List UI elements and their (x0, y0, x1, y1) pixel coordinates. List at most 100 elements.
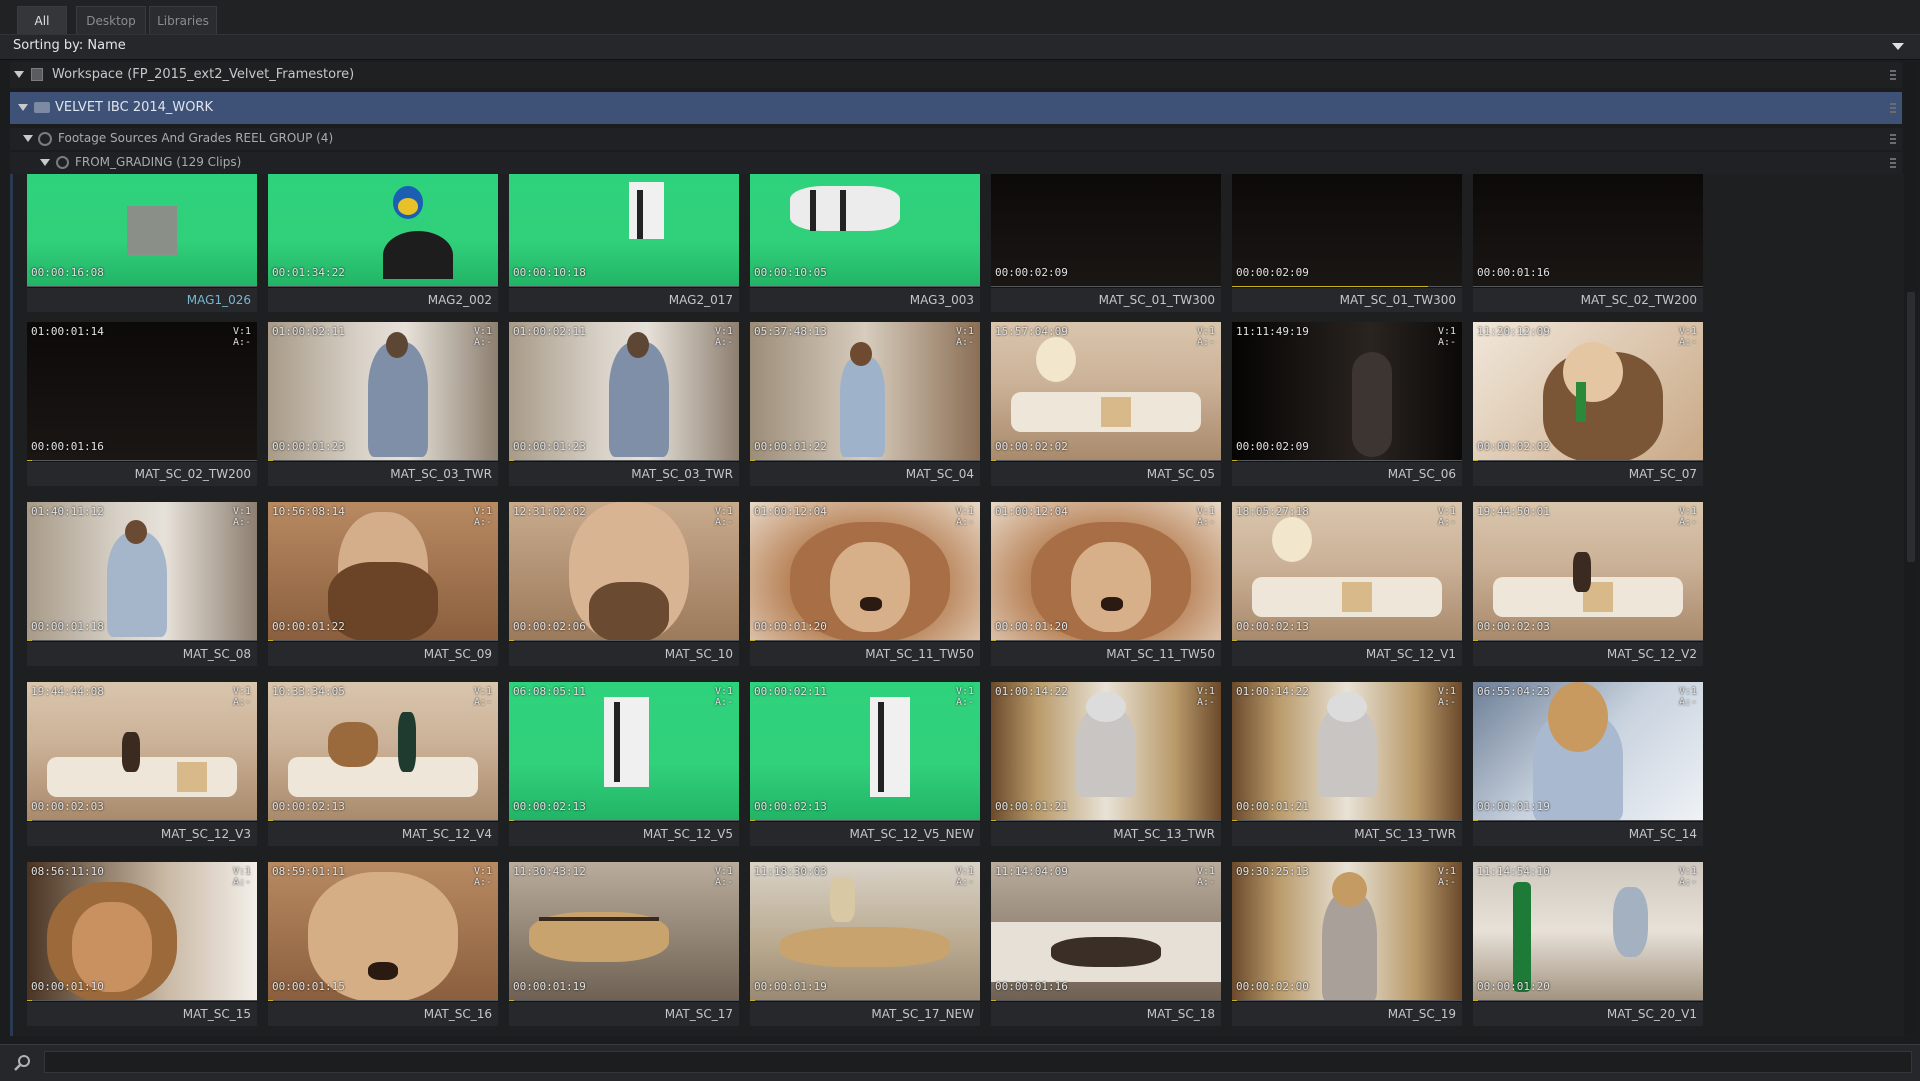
search-icon[interactable] (12, 1053, 32, 1073)
clip-name-bar[interactable]: MAT_SC_05 (991, 461, 1221, 486)
clip-thumbnail[interactable]: 06:08:05:11 V:1 A:- 00:00:02:13 (509, 682, 739, 820)
clip-tile[interactable]: 00:00:02:11 V:1 A:- 00:00:02:13 MAT_SC_12_V… (750, 682, 980, 846)
clip-name-bar[interactable]: MAT_SC_03_TWR (509, 461, 739, 486)
clip-tile[interactable]: 11:30:43:12 V:1 A:- 00:00:01:19 MAT_SC_17 (509, 862, 739, 1026)
clip-thumbnail[interactable]: 08:59:01:11 V:1 A:- 00:00:01:15 (268, 862, 498, 1000)
clip-thumbnail[interactable]: 00:00:02:09 (991, 174, 1221, 286)
clip-tile[interactable]: 19:44:50:01 V:1 A:- 00:00:02:03 MAT_SC_12_V… (1473, 502, 1703, 666)
clip-tile[interactable]: 01:00:02:11 V:1 A:- 00:00:01:23 MAT_SC_03_T… (509, 322, 739, 486)
clip-tile[interactable]: 11:20:12:09 V:1 A:- 00:00:02:02 MAT_SC_07 (1473, 322, 1703, 486)
clip-name-bar[interactable]: MAT_SC_13_TWR (991, 821, 1221, 846)
clip-tile[interactable]: 11:11:49:19 V:1 A:- 00:00:02:09 MAT_SC_06 (1232, 322, 1462, 486)
clip-thumbnail[interactable]: 11:30:43:12 V:1 A:- 00:00:01:19 (509, 862, 739, 1000)
clip-name-bar[interactable]: MAT_SC_07 (1473, 461, 1703, 486)
clip-thumbnail[interactable]: 01:00:02:11 V:1 A:- 00:00:01:23 (509, 322, 739, 460)
clip-tile[interactable]: 11:18:30:03 V:1 A:- 00:00:01:19 MAT_SC_17_N… (750, 862, 980, 1026)
clip-tile[interactable]: 11:14:54:10 V:1 A:- 00:00:01:20 MAT_SC_20_V… (1473, 862, 1703, 1026)
clip-name-bar[interactable]: MAT_SC_11_TW50 (750, 641, 980, 666)
clip-name-bar[interactable]: MAT_SC_06 (1232, 461, 1462, 486)
clip-name-bar[interactable]: MAT_SC_12_V5 (509, 821, 739, 846)
clip-name-bar[interactable]: MAT_SC_17 (509, 1001, 739, 1026)
expand-triangle-icon[interactable] (14, 71, 24, 78)
clip-tile[interactable]: 01:00:12:04 V:1 A:- 00:00:01:20 MAT_SC_11_T… (991, 502, 1221, 666)
clip-tile[interactable]: 12:31:02:02 V:1 A:- 00:00:02:06 MAT_SC_10 (509, 502, 739, 666)
clip-thumbnail[interactable]: 00:00:10:05 (750, 174, 980, 286)
clip-thumbnail[interactable]: 00:00:02:09 (1232, 174, 1462, 286)
clip-name-bar[interactable]: MAT_SC_02_TW200 (27, 461, 257, 486)
clip-tile[interactable]: 09:30:25:13 V:1 A:- 00:00:02:00 MAT_SC_19 (1232, 862, 1462, 1026)
expand-triangle-icon[interactable] (40, 159, 50, 166)
clip-tile[interactable]: 01:00:01:14 V:1 A:- 00:00:01:16 MAT_SC_02_T… (27, 322, 257, 486)
clip-tile[interactable]: 00:00:02:09 MAT_SC_01_TW300 (1232, 174, 1462, 312)
clip-name-bar[interactable]: MAT_SC_04 (750, 461, 980, 486)
sort-dropdown-icon[interactable] (1892, 43, 1904, 50)
clip-name-bar[interactable]: MAG2_017 (509, 287, 739, 312)
clip-tile[interactable]: 00:00:10:18 MAG2_017 (509, 174, 739, 312)
clip-name-bar[interactable]: MAT_SC_01_TW300 (1232, 287, 1462, 312)
clip-name-bar[interactable]: MAT_SC_12_V4 (268, 821, 498, 846)
clip-thumbnail[interactable]: 00:00:16:08 (27, 174, 257, 286)
vertical-scrollbar[interactable] (1904, 62, 1918, 1034)
clip-thumbnail[interactable]: 09:30:25:13 V:1 A:- 00:00:02:00 (1232, 862, 1462, 1000)
clip-name-bar[interactable]: MAT_SC_01_TW300 (991, 287, 1221, 312)
clip-name-bar[interactable]: MAT_SC_20_V1 (1473, 1001, 1703, 1026)
clip-tile[interactable]: 08:56:11:10 V:1 A:- 00:00:01:10 MAT_SC_15 (27, 862, 257, 1026)
clip-thumbnail[interactable]: 19:44:50:01 V:1 A:- 00:00:02:03 (1473, 502, 1703, 640)
clip-name-bar[interactable]: MAT_SC_13_TWR (1232, 821, 1462, 846)
clip-thumbnail[interactable]: 00:00:10:18 (509, 174, 739, 286)
search-input[interactable] (44, 1051, 1912, 1073)
clip-tile[interactable]: 11:14:04:09 V:1 A:- 00:00:01:16 MAT_SC_18 (991, 862, 1221, 1026)
scrollbar-thumb[interactable] (1907, 292, 1915, 562)
clip-thumbnail[interactable]: 11:14:04:09 V:1 A:- 00:00:01:16 (991, 862, 1221, 1000)
clip-name-bar[interactable]: MAT_SC_12_V5_NEW (750, 821, 980, 846)
clip-name-bar[interactable]: MAT_SC_18 (991, 1001, 1221, 1026)
clip-thumbnail[interactable]: 12:31:02:02 V:1 A:- 00:00:02:06 (509, 502, 739, 640)
clip-thumbnail[interactable]: 01:00:14:22 V:1 A:- 00:00:01:21 (991, 682, 1221, 820)
clip-tile[interactable]: 00:01:34:22 MAG2_002 (268, 174, 498, 312)
clip-tile[interactable]: 08:59:01:11 V:1 A:- 00:00:01:15 MAT_SC_16 (268, 862, 498, 1026)
clip-thumbnail[interactable]: 19:44:44:08 V:1 A:- 00:00:02:03 (27, 682, 257, 820)
clip-tile[interactable]: 01:00:14:22 V:1 A:- 00:00:01:21 MAT_SC_13_T… (991, 682, 1221, 846)
clip-thumbnail[interactable]: 18:05:27:18 V:1 A:- 00:00:02:13 (1232, 502, 1462, 640)
clip-name-bar[interactable]: MAG3_003 (750, 287, 980, 312)
expand-triangle-icon[interactable] (23, 135, 33, 142)
clip-tile[interactable]: 00:00:02:09 MAT_SC_01_TW300 (991, 174, 1221, 312)
clip-name-bar[interactable]: MAT_SC_17_NEW (750, 1001, 980, 1026)
clip-thumbnail[interactable]: 11:14:54:10 V:1 A:- 00:00:01:20 (1473, 862, 1703, 1000)
clip-tile[interactable]: 15:57:04:09 V:1 A:- 00:00:02:02 MAT_SC_05 (991, 322, 1221, 486)
clip-thumbnail[interactable]: 00:00:01:16 (1473, 174, 1703, 286)
sorting-bar[interactable]: Sorting by: Name (0, 34, 1920, 60)
clip-thumbnail[interactable]: 11:18:30:03 V:1 A:- 00:00:01:19 (750, 862, 980, 1000)
clip-thumbnail[interactable]: 11:20:12:09 V:1 A:- 00:00:02:02 (1473, 322, 1703, 460)
row-grip-icon[interactable] (1890, 70, 1896, 80)
clip-name-bar[interactable]: MAT_SC_12_V3 (27, 821, 257, 846)
clip-tile[interactable]: 00:00:16:08 MAG1_026 (27, 174, 257, 312)
clip-thumbnail[interactable]: 05:37:48:13 V:1 A:- 00:00:01:22 (750, 322, 980, 460)
clip-tile[interactable]: 18:05:27:18 V:1 A:- 00:00:02:13 MAT_SC_12_V… (1232, 502, 1462, 666)
clip-name-bar[interactable]: MAG2_002 (268, 287, 498, 312)
clip-thumbnail[interactable]: 11:11:49:19 V:1 A:- 00:00:02:09 (1232, 322, 1462, 460)
clip-name-bar[interactable]: MAT_SC_08 (27, 641, 257, 666)
clip-tile[interactable]: 10:33:34:05 V:1 A:- 00:00:02:13 MAT_SC_12_V… (268, 682, 498, 846)
clip-thumbnail[interactable]: 01:00:12:04 V:1 A:- 00:00:01:20 (750, 502, 980, 640)
clip-name-bar[interactable]: MAT_SC_12_V1 (1232, 641, 1462, 666)
clip-name-bar[interactable]: MAT_SC_14 (1473, 821, 1703, 846)
clip-thumbnail[interactable]: 01:40:11:12 V:1 A:- 00:00:01:18 (27, 502, 257, 640)
clip-tile[interactable]: 01:00:02:11 V:1 A:- 00:00:01:23 MAT_SC_03_T… (268, 322, 498, 486)
clip-tile[interactable]: 10:56:08:14 V:1 A:- 00:00:01:22 MAT_SC_09 (268, 502, 498, 666)
clip-thumbnail[interactable]: 00:00:02:11 V:1 A:- 00:00:02:13 (750, 682, 980, 820)
clip-tile[interactable]: 19:44:44:08 V:1 A:- 00:00:02:03 MAT_SC_12_V… (27, 682, 257, 846)
clip-tile[interactable]: 01:40:11:12 V:1 A:- 00:00:01:18 MAT_SC_08 (27, 502, 257, 666)
tab-libraries[interactable]: Libraries (149, 6, 217, 34)
clip-thumbnail[interactable]: 10:33:34:05 V:1 A:- 00:00:02:13 (268, 682, 498, 820)
clip-thumbnail[interactable]: 01:00:01:14 V:1 A:- 00:00:01:16 (27, 322, 257, 460)
clip-thumbnail[interactable]: 06:55:04:23 V:1 A:- 00:00:01:19 (1473, 682, 1703, 820)
reel-group-row[interactable]: Footage Sources And Grades REEL GROUP (4… (10, 128, 1902, 150)
clip-thumbnail[interactable]: 00:01:34:22 (268, 174, 498, 286)
clip-name-bar[interactable]: MAT_SC_09 (268, 641, 498, 666)
clip-tile[interactable]: 00:00:10:05 MAG3_003 (750, 174, 980, 312)
clip-thumbnail[interactable]: 08:56:11:10 V:1 A:- 00:00:01:10 (27, 862, 257, 1000)
clip-thumbnail[interactable]: 10:56:08:14 V:1 A:- 00:00:01:22 (268, 502, 498, 640)
clip-thumbnail[interactable]: 01:00:02:11 V:1 A:- 00:00:01:23 (268, 322, 498, 460)
clip-tile[interactable]: 01:00:14:22 V:1 A:- 00:00:01:21 MAT_SC_13_T… (1232, 682, 1462, 846)
